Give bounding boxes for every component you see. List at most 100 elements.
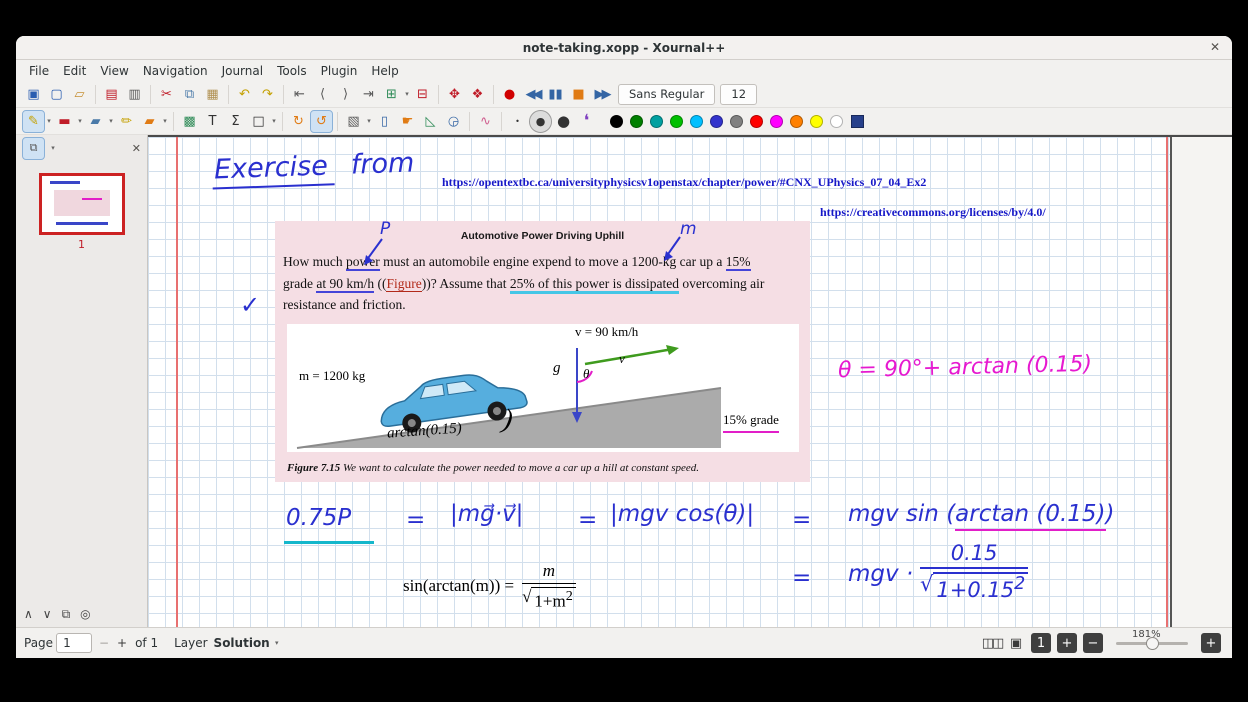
pencil-tool-icon[interactable]: ✏ [116,111,137,132]
color-light-green[interactable] [670,115,683,128]
text-tool-icon[interactable]: T [202,111,223,132]
chevron-down-icon[interactable]: ▾ [76,117,84,125]
menu-journal[interactable]: Journal [215,63,271,79]
new-page-icon[interactable]: ⊞ [381,84,402,105]
shape-recognizer-icon[interactable]: ◺ [420,111,441,132]
forward-icon[interactable]: ▶▶ [591,84,612,105]
zoom-slider[interactable] [1116,642,1188,645]
image-tool-icon[interactable]: ▩ [179,111,200,132]
compass-tool-icon[interactable]: ◶ [443,111,464,132]
fullscreen-icon[interactable]: ✥ [444,84,465,105]
eraser-tool-icon[interactable]: ▬ [54,111,75,132]
target-page-icon[interactable]: ◎ [80,607,90,621]
menu-plugin[interactable]: Plugin [314,63,365,79]
copy-icon[interactable]: ⧉ [179,84,200,105]
record-audio-icon[interactable]: ● [499,84,520,105]
chevron-down-icon[interactable]: ▾ [403,90,411,98]
menu-file[interactable]: File [22,63,56,79]
rotate-cw-icon[interactable]: ↻ [288,111,309,132]
menu-view[interactable]: View [93,63,135,79]
color-teal[interactable] [650,115,663,128]
rewind-icon[interactable]: ◀◀ [522,84,543,105]
thickness-thick-icon[interactable]: ● [553,111,574,132]
last-page-icon[interactable]: ⇥ [358,84,379,105]
shape-tool-icon[interactable]: □ [248,111,269,132]
presentation-mode-icon[interactable]: ▣ [1005,633,1027,653]
page-increment-button[interactable]: + [113,633,131,653]
redo-icon[interactable]: ↷ [257,84,278,105]
preview-pane-icon[interactable]: ⧉ [23,138,44,159]
previous-page-icon[interactable]: ⟨ [312,84,333,105]
export-pdf-icon[interactable]: ▤ [101,84,122,105]
chevron-down-icon[interactable]: ▾ [49,144,57,152]
menu-edit[interactable]: Edit [56,63,93,79]
zoom-fit-button[interactable]: + [1057,633,1077,653]
stop-icon[interactable]: ■ [568,84,589,105]
spline-tool-icon[interactable]: ∿ [475,111,496,132]
sidebar-close-icon[interactable]: ✕ [132,142,141,155]
color-magenta[interactable] [770,115,783,128]
page-thumbnail[interactable] [39,173,125,235]
page-decrement-button[interactable]: − [95,633,113,653]
fit-page-button[interactable]: 1 [1031,633,1051,653]
next-page-icon[interactable]: ⟩ [335,84,356,105]
color-blue[interactable] [710,115,723,128]
open-folder-icon[interactable]: ▱ [69,84,90,105]
zoom-out-button[interactable]: − [1083,633,1103,653]
color-white[interactable] [830,115,843,128]
menu-tools[interactable]: Tools [270,63,314,79]
vertical-space-icon[interactable]: ▯ [374,111,395,132]
color-red[interactable] [750,115,763,128]
thickness-medium-icon[interactable]: ● [530,111,551,132]
math-tex-tool-icon[interactable]: Σ [225,111,246,132]
chevron-down-icon[interactable]: ▾ [45,117,53,125]
first-page-icon[interactable]: ⇤ [289,84,310,105]
thickness-fine-icon[interactable]: • [507,111,528,132]
problem-line-3: resistance and friction. [283,294,807,316]
chevron-down-icon[interactable]: ▾ [365,117,373,125]
dual-page-view-icon[interactable]: ◫◫ [981,633,1003,653]
print-icon[interactable]: ▥ [124,84,145,105]
move-up-icon[interactable]: ∧ [24,607,33,621]
chevron-down-icon[interactable]: ▾ [107,117,115,125]
undo-icon[interactable]: ↶ [234,84,255,105]
color-black[interactable] [610,115,623,128]
rotate-ccw-icon[interactable]: ↺ [311,111,332,132]
titlebar[interactable]: note-taking.xopp - Xournal++ ✕ [16,36,1232,60]
marker-tool-icon[interactable]: ▰ [139,111,160,132]
chevron-down-icon[interactable]: ▾ [273,639,281,647]
highlighter-tool-icon[interactable]: ▰ [85,111,106,132]
color-orange[interactable] [790,115,803,128]
zoom-fit-icon[interactable]: ❖ [467,84,488,105]
page-outside-area [1172,137,1232,627]
color-picker-swatch[interactable] [851,115,864,128]
select-region-icon[interactable]: ▧ [343,111,364,132]
save-icon[interactable]: ▣ [23,84,44,105]
fill-tool-icon[interactable]: ❛ [576,111,597,132]
menu-help[interactable]: Help [364,63,405,79]
cut-icon[interactable]: ✂ [156,84,177,105]
chevron-down-icon[interactable]: ▾ [270,117,278,125]
zoom-slider-handle[interactable] [1146,637,1159,650]
save-as-icon[interactable]: ▢ [46,84,67,105]
color-light-blue[interactable] [690,115,703,128]
pen-tool-icon[interactable]: ✎ [23,111,44,132]
chevron-down-icon[interactable]: ▾ [161,117,169,125]
page-number-input[interactable]: 1 [56,633,92,653]
window-close-button[interactable]: ✕ [1210,40,1220,54]
layer-select-value[interactable]: Solution [214,636,270,650]
menu-navigation[interactable]: Navigation [136,63,215,79]
color-green[interactable] [630,115,643,128]
move-down-icon[interactable]: ∨ [43,607,52,621]
color-yellow[interactable] [810,115,823,128]
hand-tool-icon[interactable]: ☛ [397,111,418,132]
pause-icon[interactable]: ▮▮ [545,84,566,105]
paste-icon[interactable]: ▦ [202,84,223,105]
color-gray[interactable] [730,115,743,128]
drawing-canvas[interactable]: Exercise from https://opentextbc.ca/univ… [148,135,1232,627]
font-name-button[interactable]: Sans Regular [618,84,715,105]
font-size-button[interactable]: 12 [720,84,757,105]
zoom-in-button[interactable]: + [1201,633,1221,653]
duplicate-page-icon[interactable]: ⧉ [62,607,71,622]
delete-page-icon[interactable]: ⊟ [412,84,433,105]
